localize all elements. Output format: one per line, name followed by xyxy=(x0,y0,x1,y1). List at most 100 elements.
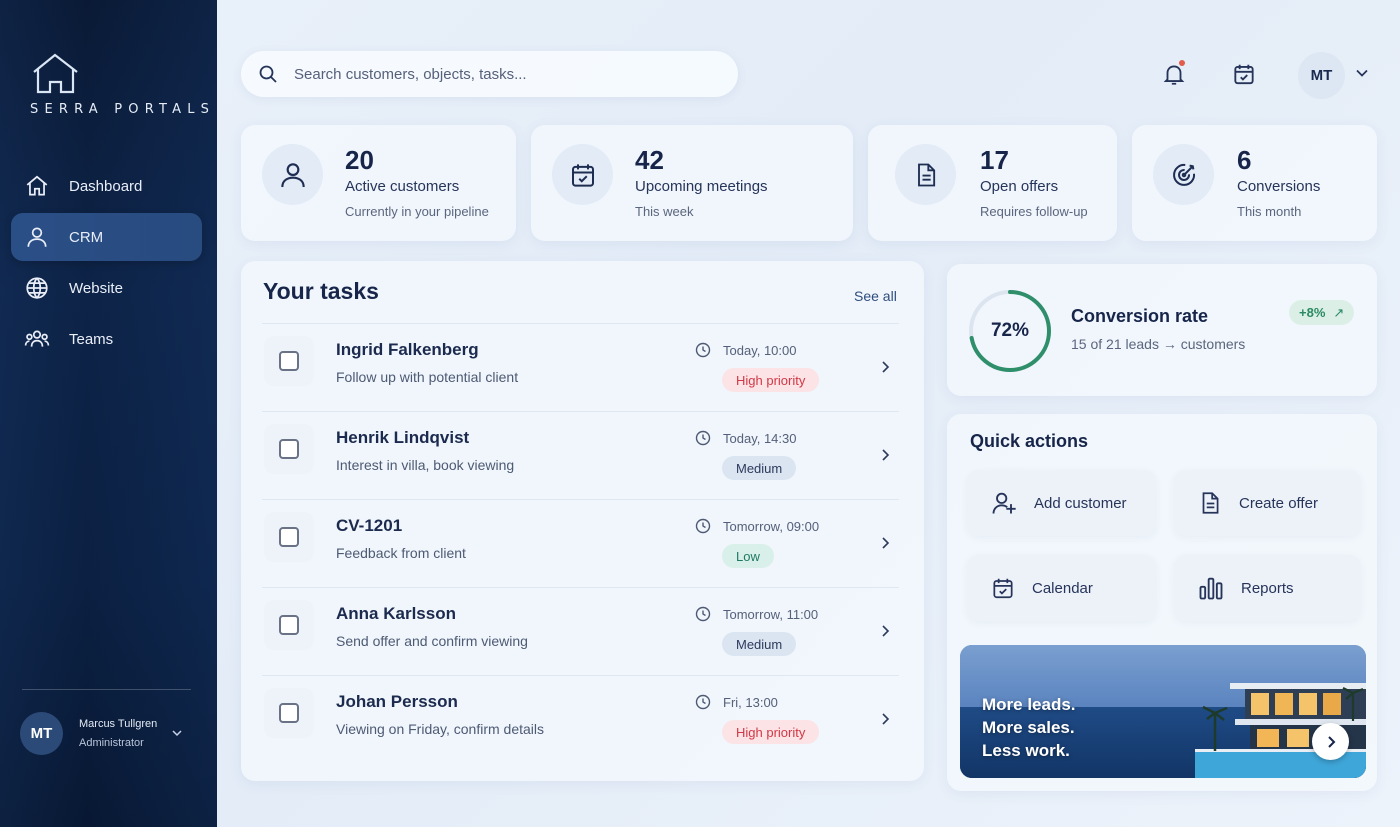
see-all-link[interactable]: See all xyxy=(854,288,897,304)
clock-icon xyxy=(695,342,711,358)
stat-value: 42 xyxy=(635,145,664,175)
priority-badge: Low xyxy=(722,544,774,568)
task-checkbox-wrap xyxy=(264,512,314,562)
task-checkbox[interactable] xyxy=(279,703,299,723)
sidebar-item-website[interactable]: Website xyxy=(11,264,202,312)
chevron-down-icon[interactable] xyxy=(1355,68,1369,78)
sidebar-item-dashboard[interactable]: Dashboard xyxy=(11,162,202,210)
promo-text: More leads. More sales. Less work. xyxy=(982,693,1076,762)
task-time: Fri, 13:00 xyxy=(695,694,778,710)
task-checkbox[interactable] xyxy=(279,439,299,459)
stat-label: Open offers xyxy=(980,178,1059,195)
chevron-right-icon[interactable] xyxy=(880,624,890,638)
notification-dot xyxy=(1179,60,1185,66)
search-input[interactable] xyxy=(294,65,714,83)
task-checkbox[interactable] xyxy=(279,351,299,371)
quick-action-label: Reports xyxy=(1241,579,1294,597)
stat-card-open-offers[interactable]: 17 Open offers Requires follow-up xyxy=(868,125,1117,241)
task-time-label: Tomorrow, 11:00 xyxy=(723,606,819,622)
sidebar-divider xyxy=(22,689,191,690)
chevron-right-icon[interactable] xyxy=(880,448,890,462)
user-icon xyxy=(280,162,305,187)
task-checkbox-wrap xyxy=(264,424,314,474)
stat-sub: This month xyxy=(1237,204,1302,219)
chevron-right-icon[interactable] xyxy=(880,360,890,374)
task-time: Tomorrow, 09:00 xyxy=(695,518,819,534)
task-row[interactable]: Johan Persson Viewing on Friday, confirm… xyxy=(262,675,899,763)
chevron-right-icon[interactable] xyxy=(880,536,890,550)
reports-button[interactable]: Reports xyxy=(1174,555,1361,621)
user-info: Marcus Tullgren Administrator xyxy=(79,718,157,749)
conversion-percent: 72% xyxy=(990,320,1030,341)
task-desc: Viewing on Friday, confirm details xyxy=(336,721,545,737)
add-user-icon xyxy=(992,492,1016,514)
task-row[interactable]: Anna Karlsson Send offer and confirm vie… xyxy=(262,587,899,675)
arrow-up-right-icon: ↗ xyxy=(1333,304,1345,320)
calendar-action-button[interactable]: Calendar xyxy=(967,555,1156,621)
stat-label: Upcoming meetings xyxy=(635,178,768,195)
stat-icon xyxy=(262,144,323,205)
promo-line: More sales. xyxy=(982,718,1075,737)
task-name: Johan Persson xyxy=(336,692,458,711)
bar-chart-icon xyxy=(1199,577,1223,600)
task-time: Today, 14:30 xyxy=(695,430,796,446)
quick-actions-title: Quick actions xyxy=(970,431,1089,451)
calendar-icon xyxy=(571,163,594,187)
document-icon xyxy=(1202,492,1219,514)
clock-icon xyxy=(695,430,711,446)
sidebar-item-label: Dashboard xyxy=(69,177,143,195)
priority-badge: High priority xyxy=(722,720,820,744)
chevron-right-icon[interactable] xyxy=(880,712,890,726)
user-name: Marcus Tullgren xyxy=(79,717,158,730)
priority-badge: Medium xyxy=(722,632,797,656)
avatar-button[interactable]: MT xyxy=(1298,52,1345,99)
sidebar-item-label: Teams xyxy=(69,330,114,348)
search-bar[interactable] xyxy=(241,51,738,97)
stat-card-upcoming-meetings[interactable]: 42 Upcoming meetings This week xyxy=(531,125,853,241)
user-menu[interactable]: MT Marcus Tullgren Administrator xyxy=(20,711,200,755)
change-value: +8% xyxy=(1299,305,1326,320)
sidebar-item-crm[interactable]: CRM xyxy=(11,213,202,261)
stat-card-active-customers[interactable]: 20 Active customers Currently in your pi… xyxy=(241,125,516,241)
promo-line: Less work. xyxy=(982,741,1070,760)
task-checkbox[interactable] xyxy=(279,615,299,635)
task-desc: Feedback from client xyxy=(336,545,466,561)
task-checkbox-wrap xyxy=(264,688,314,738)
clock-icon xyxy=(695,606,711,622)
task-name: CV-1201 xyxy=(336,516,403,535)
tasks-panel: Your tasks See all Ingrid Falkenberg Fol… xyxy=(241,261,924,781)
user-role: Administrator xyxy=(79,736,144,749)
task-time-label: Tomorrow, 09:00 xyxy=(723,518,820,534)
sidebar-item-teams[interactable]: Teams xyxy=(11,315,202,363)
brand-name: SERRA PORTALS xyxy=(30,102,216,117)
quick-action-label: Calendar xyxy=(1032,579,1093,597)
promo-banner[interactable]: More leads. More sales. Less work. xyxy=(960,645,1366,778)
avatar: MT xyxy=(20,711,63,755)
chevron-down-icon xyxy=(172,730,182,737)
task-row[interactable]: Henrik Lindqvist Interest in villa, book… xyxy=(262,411,899,499)
calendar-icon xyxy=(993,578,1013,599)
add-customer-button[interactable]: Add customer xyxy=(967,470,1156,536)
task-checkbox-wrap xyxy=(264,336,314,386)
brand-logo[interactable]: SERRA PORTALS xyxy=(30,52,216,117)
stat-label: Conversions xyxy=(1237,178,1321,195)
user-icon xyxy=(27,227,47,247)
conversion-rate-card[interactable]: 72% Conversion rate 15 of 21 leads → cus… xyxy=(947,264,1377,396)
task-checkbox[interactable] xyxy=(279,527,299,547)
task-time-label: Fri, 13:00 xyxy=(723,694,778,710)
promo-next-button[interactable] xyxy=(1312,723,1349,760)
stat-card-conversions[interactable]: 6 Conversions This month xyxy=(1132,125,1377,241)
target-icon xyxy=(1172,163,1195,186)
quick-action-label: Add customer xyxy=(1034,494,1127,512)
notifications-button[interactable] xyxy=(1159,59,1189,89)
home-icon xyxy=(26,175,48,196)
task-time-label: Today, 14:30 xyxy=(723,430,797,446)
globe-icon xyxy=(26,277,48,299)
task-time: Today, 10:00 xyxy=(695,342,796,358)
task-checkbox-wrap xyxy=(264,600,314,650)
task-row[interactable]: CV-1201 Feedback from client Tomorrow, 0… xyxy=(262,499,899,587)
calendar-button[interactable] xyxy=(1229,59,1259,89)
calendar-check-icon xyxy=(1234,64,1254,85)
create-offer-button[interactable]: Create offer xyxy=(1174,470,1361,536)
task-row[interactable]: Ingrid Falkenberg Follow up with potenti… xyxy=(262,323,899,411)
